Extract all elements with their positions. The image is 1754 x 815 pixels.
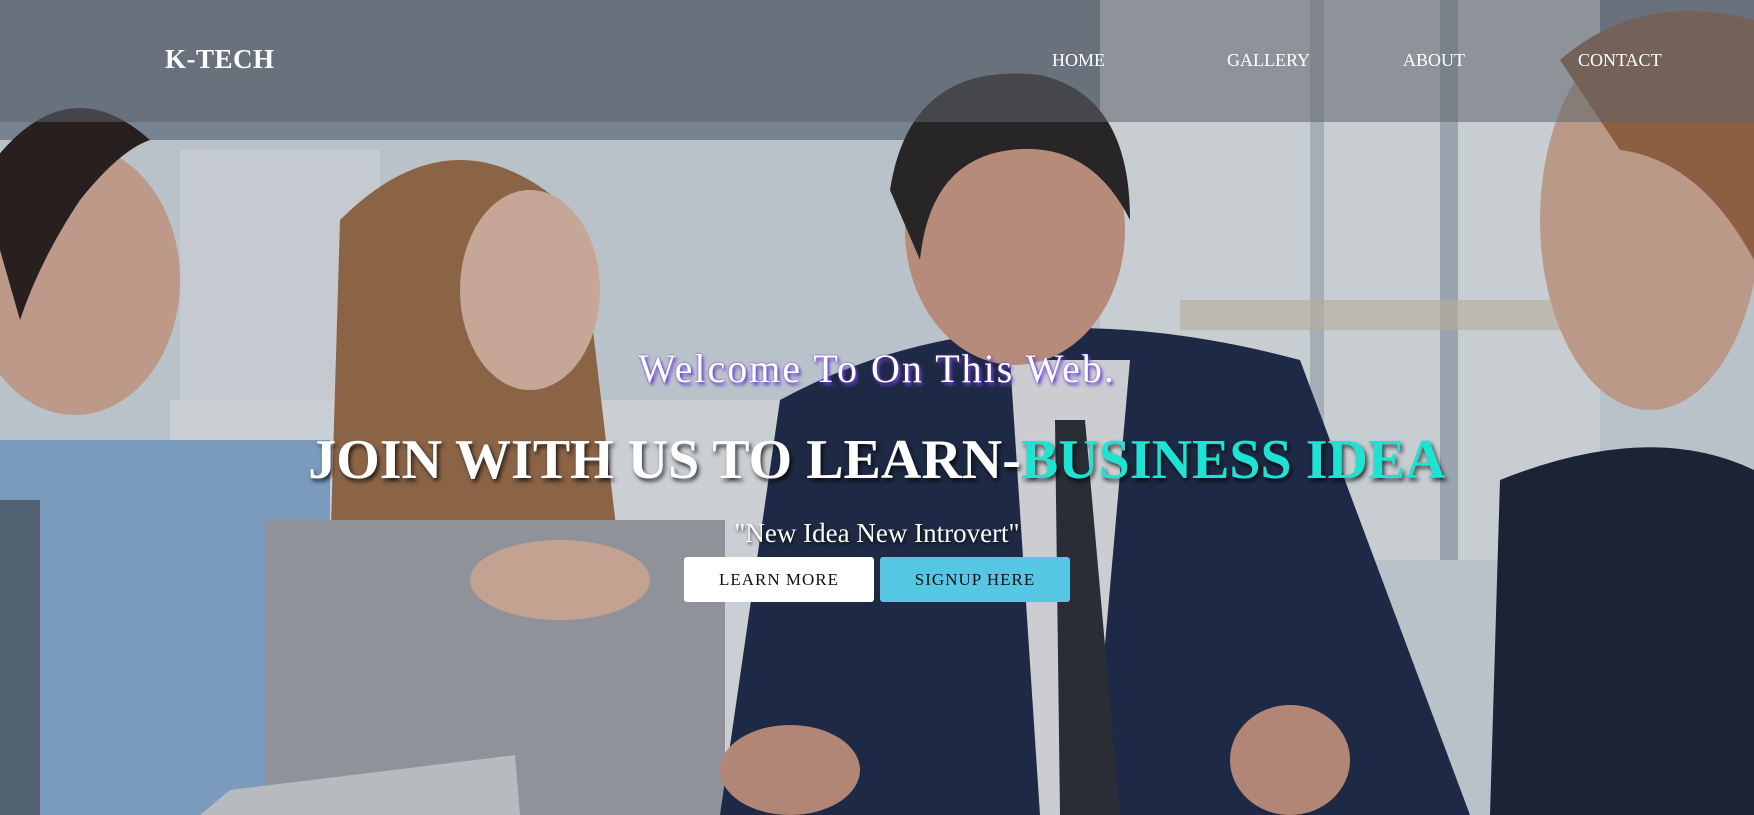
- hero-dim-overlay: [0, 0, 1754, 815]
- top-navbar: K-TECH HOME GALLERY ABOUT CONTACT: [0, 0, 1754, 122]
- signup-button[interactable]: SIGNUP HERE: [880, 557, 1070, 602]
- nav-link-home[interactable]: HOME: [1052, 50, 1105, 71]
- headline-accent-text: BUSINESS IDEA: [1020, 429, 1446, 491]
- learn-more-button[interactable]: LEARN MORE: [684, 557, 874, 602]
- hero-headline: JOIN WITH US TO LEARN-BUSINESS IDEA: [0, 428, 1754, 492]
- headline-main-text: JOIN WITH US TO LEARN-: [308, 429, 1021, 491]
- nav-link-contact[interactable]: CONTACT: [1578, 50, 1662, 71]
- hero-tagline: "New Idea New Introvert": [734, 518, 1020, 548]
- nav-link-about[interactable]: ABOUT: [1403, 50, 1465, 71]
- welcome-heading: Welcome To On This Web.: [638, 346, 1116, 391]
- hero-section: K-TECH HOME GALLERY ABOUT CONTACT Welcom…: [0, 0, 1754, 815]
- nav-link-gallery[interactable]: GALLERY: [1227, 50, 1310, 71]
- brand-logo[interactable]: K-TECH: [165, 44, 275, 75]
